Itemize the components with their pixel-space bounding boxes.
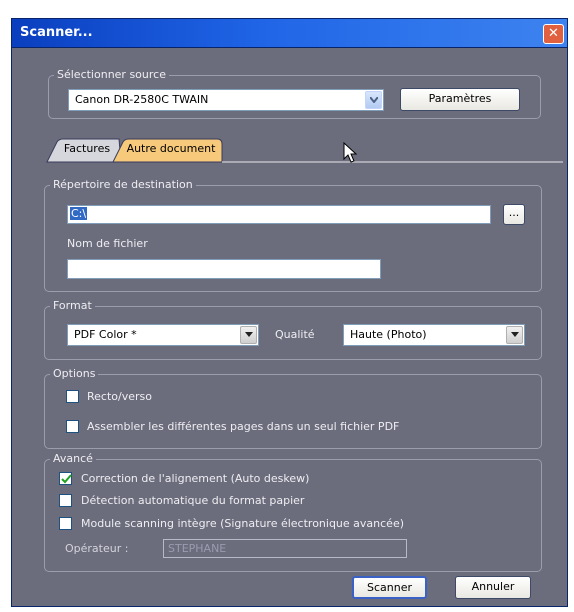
format-group: Format PDF Color * Qualité Haute (Photo) — [44, 299, 542, 360]
title-bar[interactable]: Scanner... ✕ — [12, 19, 567, 48]
scanner-dialog: Scanner... ✕ Sélectionner source Canon D… — [11, 18, 568, 607]
chevron-down-icon[interactable] — [240, 326, 257, 344]
options-group: Options Recto/verso Assembler les différ… — [44, 367, 542, 449]
browse-button[interactable]: ... — [503, 204, 525, 225]
chevron-down-icon[interactable] — [506, 326, 523, 344]
source-group: Sélectionner source Canon DR-2580C TWAIN… — [48, 68, 541, 119]
source-select[interactable]: Canon DR-2580C TWAIN — [68, 89, 384, 111]
format-legend: Format — [50, 299, 95, 313]
quality-select-value: Haute (Photo) — [350, 328, 427, 341]
advanced-legend: Avancé — [50, 452, 96, 466]
auto-deskew-label: Correction de l'alignement (Auto deskew) — [81, 472, 310, 485]
destination-legend: Répertoire de destination — [50, 178, 196, 192]
filename-label: Nom de fichier — [67, 237, 148, 250]
signature-module-label: Module scanning intègre (Signature élect… — [81, 517, 405, 530]
scanner-button[interactable]: Scanner — [352, 576, 427, 599]
filename-input[interactable] — [67, 259, 381, 279]
assemble-pdf-label: Assembler les différentes pages dans un … — [87, 420, 400, 433]
signature-module-checkbox[interactable] — [59, 517, 72, 530]
close-button[interactable]: ✕ — [543, 24, 564, 44]
paper-format-label: Détection automatique du format papier — [81, 494, 305, 507]
quality-select[interactable]: Haute (Photo) — [343, 324, 525, 346]
tab-strip: Factures Autre document — [37, 136, 565, 163]
operator-label: Opérateur : — [65, 542, 129, 555]
advanced-group: Avancé Correction de l'alignement (Auto … — [44, 452, 542, 572]
destination-group: Répertoire de destination C:\ ... Nom de… — [44, 178, 542, 292]
destination-path-value: C:\ — [70, 207, 88, 220]
destination-path-input[interactable]: C:\ — [67, 205, 491, 224]
tab-autre-document[interactable]: Autre document — [121, 139, 221, 155]
auto-deskew-checkbox[interactable] — [59, 472, 72, 485]
source-legend: Sélectionner source — [54, 68, 169, 82]
window-title: Scanner... — [20, 25, 93, 40]
tab-factures[interactable]: Factures — [55, 139, 119, 155]
check-icon — [61, 474, 72, 484]
format-select[interactable]: PDF Color * — [67, 324, 259, 346]
paper-format-checkbox[interactable] — [59, 494, 72, 507]
params-button[interactable]: Paramètres — [400, 88, 520, 111]
operator-input[interactable]: STEPHANE — [163, 539, 407, 558]
mouse-pointer-icon — [343, 142, 358, 163]
chevron-down-icon[interactable] — [365, 91, 382, 109]
operator-value: STEPHANE — [168, 542, 227, 555]
recto-verso-checkbox[interactable] — [66, 390, 79, 403]
quality-label: Qualité — [275, 328, 315, 341]
recto-verso-label: Recto/verso — [87, 390, 152, 403]
assemble-pdf-checkbox[interactable] — [66, 420, 79, 433]
source-select-value: Canon DR-2580C TWAIN — [75, 93, 209, 106]
cancel-button[interactable]: Annuler — [455, 576, 531, 599]
format-select-value: PDF Color * — [74, 328, 137, 341]
close-icon: ✕ — [548, 26, 559, 41]
options-legend: Options — [50, 367, 99, 381]
